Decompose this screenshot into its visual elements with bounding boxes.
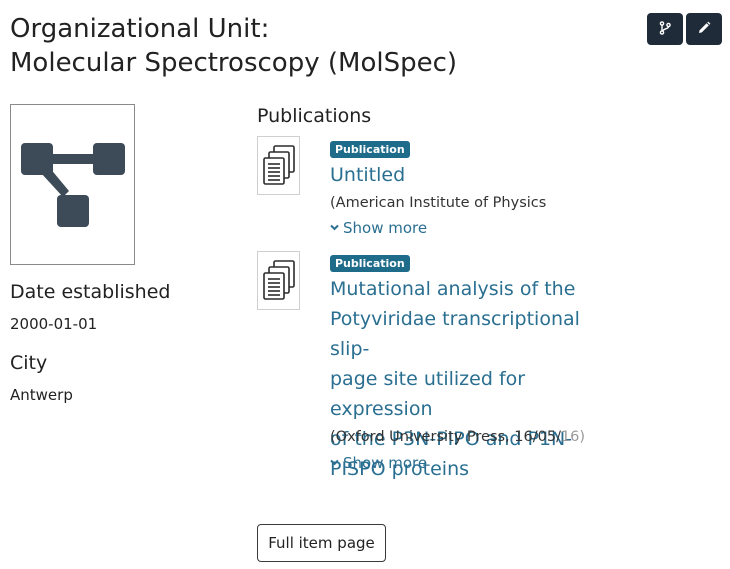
full-item-page-button[interactable]: Full item page (257, 524, 386, 562)
date-established-label: Date established (10, 281, 171, 303)
publication-thumbnail[interactable] (257, 136, 300, 195)
city-value: Antwerp (10, 386, 73, 404)
org-unit-thumbnail (10, 104, 135, 265)
documents-icon (260, 257, 298, 305)
documents-icon (260, 142, 298, 190)
show-more-button[interactable]: Show more (330, 218, 427, 238)
publication-type-badge: Publication (330, 141, 410, 158)
page-title: Organizational Unit: Molecular Spectrosc… (10, 12, 457, 80)
edit-button[interactable] (686, 13, 722, 45)
page-title-line-2: Molecular Spectroscopy (MolSpec) (10, 48, 458, 78)
show-more-button[interactable]: Show more (330, 453, 427, 473)
show-more-label: Show more (343, 219, 428, 237)
publication-meta: (Oxford University Press, 16/05/16) (330, 427, 585, 447)
git-branch-icon (658, 20, 672, 38)
publication-meta-text: (Oxford University Press, 16/05/ (330, 429, 561, 445)
page-title-line-1: Organizational Unit: (10, 14, 270, 44)
publication-meta-text: (American Institute of Physics (330, 195, 547, 211)
publication-title-line: Potyviridae transcriptional slip- (330, 308, 580, 360)
date-established-value: 2000-01-01 (10, 315, 98, 333)
version-button[interactable] (647, 13, 683, 45)
publication-meta: (American Institute of Physics (330, 193, 546, 213)
chevron-down-icon (330, 453, 339, 473)
publication-title-line: page site utilized for expression (330, 368, 526, 420)
publications-heading: Publications (257, 105, 372, 127)
publication-title-link[interactable]: Untitled (330, 160, 620, 190)
publication-thumbnail[interactable] (257, 251, 300, 310)
pencil-icon (697, 21, 711, 38)
publication-title-line: Mutational analysis of the (330, 278, 576, 300)
show-more-label: Show more (343, 454, 428, 472)
chevron-down-icon (330, 218, 339, 238)
city-label: City (10, 352, 48, 374)
publication-meta-faded: 16) (560, 429, 586, 445)
publication-type-badge: Publication (330, 255, 410, 272)
